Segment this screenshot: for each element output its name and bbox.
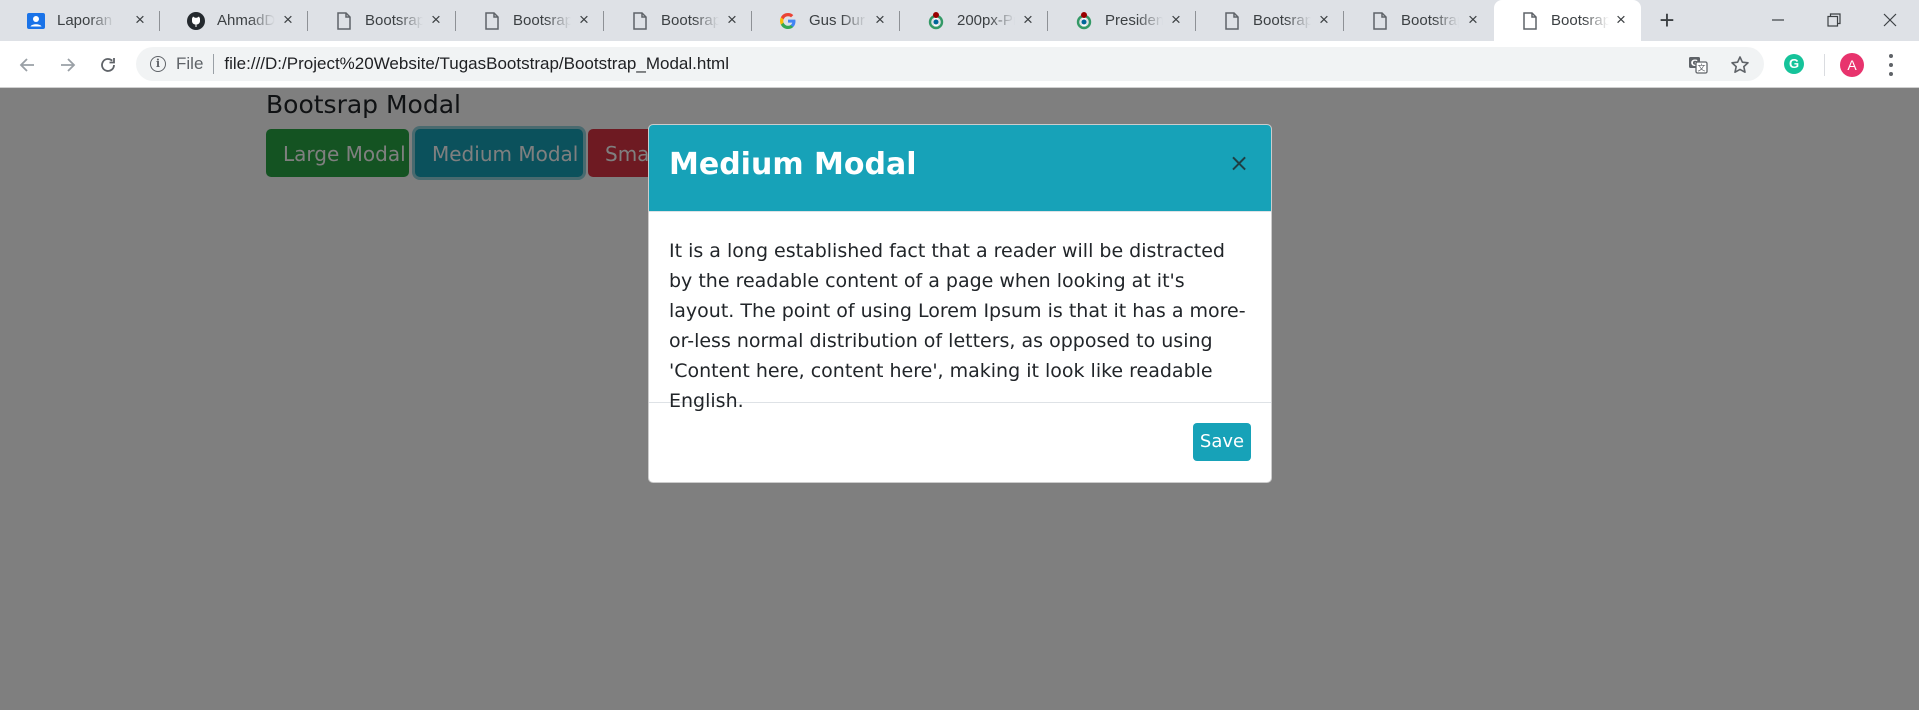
browser-tab[interactable]: Bootsrap I × [456,0,604,41]
svg-text:文: 文 [1698,63,1706,73]
close-tab-icon[interactable]: × [1613,11,1629,28]
close-tab-icon[interactable]: × [872,11,888,28]
modal-header: Medium Modal × [649,125,1271,212]
page-icon [1221,10,1243,32]
tab-title: President_ [1105,12,1163,29]
address-bar[interactable]: i File file:///D:/Project%20Website/Tuga… [136,47,1764,81]
close-tab-icon[interactable]: × [1316,11,1332,28]
github-icon [185,10,207,32]
tab-title: Bootsrap C [661,12,719,29]
bookmark-star-icon[interactable] [1730,55,1750,75]
tab-title: Bootsrap I [1551,12,1609,29]
profile-avatar[interactable]: A [1840,53,1864,77]
reload-button[interactable] [95,52,121,78]
modal-body: It is a long established fact that a rea… [649,212,1271,412]
close-tab-icon[interactable]: × [576,11,592,28]
grammarly-extension-icon[interactable]: G [1784,54,1804,74]
browser-toolbar: i File file:///D:/Project%20Website/Tuga… [0,41,1919,88]
tab-title: 200px-Pre [957,12,1015,29]
close-tab-icon[interactable]: × [1168,11,1184,28]
close-tab-icon[interactable]: × [724,11,740,28]
browser-tab[interactable]: Bootsrap / × [308,0,456,41]
person-card-icon [25,10,47,32]
menu-dots-icon[interactable] [1888,54,1894,76]
modal-footer: Save [649,403,1271,482]
browser-tab[interactable]: Bootstrap × [1344,0,1493,41]
browser-tab[interactable]: Gus Dur - × [752,0,900,41]
scheme-label: File [176,54,204,73]
toolbar-divider [1824,54,1825,76]
tab-title: Bootstrap [1401,12,1459,29]
modal-close-button[interactable]: × [1229,151,1249,175]
browser-tab[interactable]: AhmadDw × [160,0,308,41]
browser-tab[interactable]: Bootsrap C × [1196,0,1344,41]
google-icon [777,10,799,32]
url-text[interactable]: file:///D:/Project%20Website/TugasBootst… [224,54,729,74]
translate-icon[interactable]: G文 [1688,55,1708,75]
reload-icon [101,58,115,72]
tab-strip: Laporan H × AhmadDw × Bootsrap / × Boots… [0,0,1919,41]
close-tab-icon[interactable]: × [1020,11,1036,28]
minimize-icon [1772,19,1784,21]
wikimedia-icon [925,10,947,32]
browser-tab-active[interactable]: Bootsrap I × [1494,0,1641,41]
close-tab-icon[interactable]: × [428,11,444,28]
restore-icon [1827,13,1841,27]
arrow-left-icon [19,58,34,72]
tab-title: Gus Dur - [809,12,867,29]
new-tab-button[interactable]: + [1654,7,1680,34]
url-divider [213,54,215,74]
browser-tab[interactable]: 200px-Pre × [900,0,1048,41]
window-close-button[interactable] [1875,6,1905,34]
medium-modal-dialog: Medium Modal × It is a long established … [648,124,1272,483]
browser-tab[interactable]: Laporan H × [0,0,160,41]
close-icon [1883,13,1897,27]
tab-title: Bootsrap / [365,12,423,29]
browser-tab[interactable]: President_ × [1048,0,1196,41]
minimize-button[interactable] [1763,6,1793,34]
page-icon [1369,10,1391,32]
modal-title: Medium Modal [669,147,917,182]
info-icon[interactable]: i [150,56,166,72]
tab-title: Bootsrap C [1253,12,1311,29]
page-icon [333,10,355,32]
back-button[interactable] [14,52,40,78]
tab-title: Laporan H [57,12,115,29]
close-tab-icon[interactable]: × [132,11,148,28]
restore-button[interactable] [1819,6,1849,34]
wikimedia-icon [1073,10,1095,32]
arrow-right-icon [61,58,76,72]
page-icon [629,10,651,32]
forward-button[interactable] [55,52,81,78]
page-icon [1519,10,1541,32]
close-tab-icon[interactable]: × [280,11,296,28]
browser-tab[interactable]: Bootsrap C × [604,0,752,41]
close-tab-icon[interactable]: × [1465,11,1481,28]
page-icon [481,10,503,32]
tab-title: AhmadDw [217,12,275,29]
save-button[interactable]: Save [1193,423,1251,461]
tab-title: Bootsrap I [513,12,571,29]
